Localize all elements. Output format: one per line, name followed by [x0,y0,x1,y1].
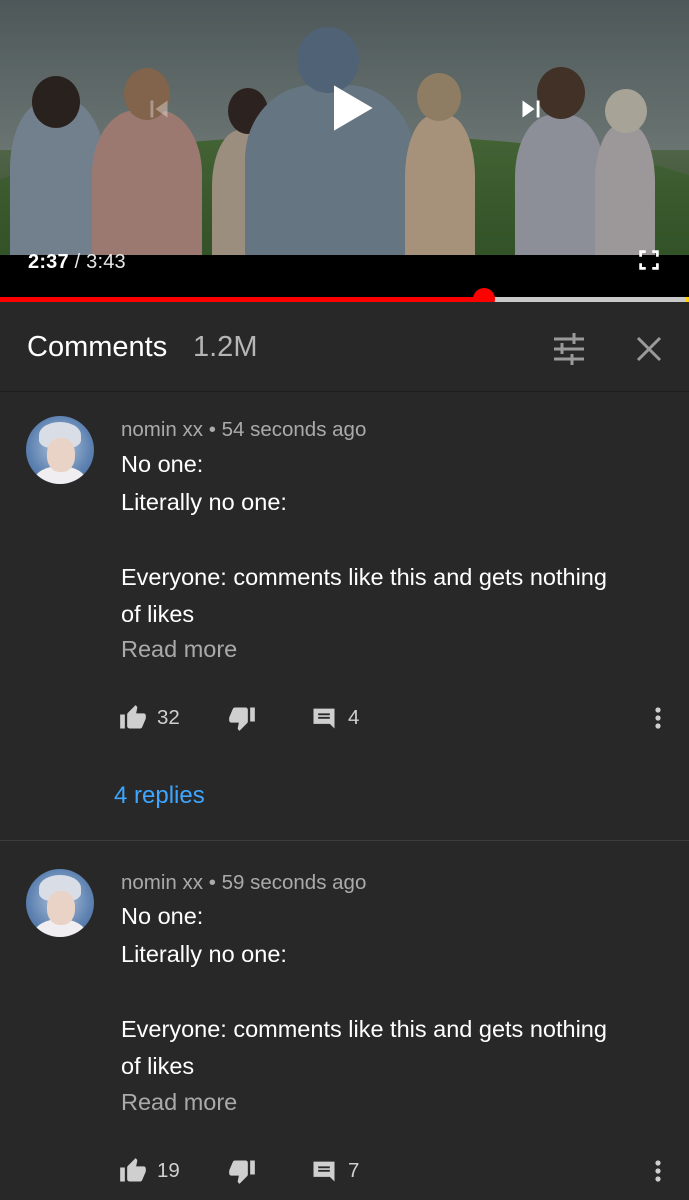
comment-time: 59 seconds ago [221,871,367,894]
comment-line: Everyone: comments like this and gets no… [121,563,607,590]
comment-line [121,521,676,559]
reply-count: 7 [348,1159,360,1182]
comment-item: nomin xx • 54 seconds ago No one: Litera… [0,393,689,840]
reply-button[interactable]: 4 [310,698,359,738]
comment-line: No one: [121,451,204,477]
thumb-down-icon [229,707,255,731]
comment-line: of likes [121,601,195,627]
avatar[interactable] [26,416,94,484]
comment-item: nomin xx • 59 seconds ago No one: Litera… [0,846,689,1200]
next-icon [522,100,540,118]
thumb-down-icon [229,1160,255,1184]
thumb-up-icon [120,1158,146,1182]
comment-actions: 19 7 [0,1151,689,1191]
comments-header: Comments 1.2M [0,302,689,392]
comment-meta: nomin xx • 54 seconds ago [121,418,366,442]
more-vert-icon [655,707,661,729]
comment-text: No one: Literally no one: Everyone: comm… [121,898,676,1086]
fullscreen-icon [639,250,659,270]
comment-line: of likes [121,1053,195,1079]
comment-time: 54 seconds ago [221,418,367,441]
more-vert-icon [655,1160,661,1182]
meta-dot: • [203,871,222,894]
previous-button[interactable] [138,88,180,130]
comment-text: No one: Literally no one: Everyone: comm… [121,446,676,634]
like-count: 32 [157,706,180,729]
time-display: 2:37 / 3:43 [28,251,126,274]
thumb-up-icon [120,705,146,729]
time-separator: / [68,251,87,273]
avatar[interactable] [26,869,94,937]
comment-line [121,973,676,1011]
comment-line: Literally no one: [121,488,287,515]
filter-icon [554,333,584,365]
fullscreen-button[interactable] [632,243,666,277]
view-replies-link[interactable]: 4 replies [114,782,205,810]
more-options-button[interactable] [645,1151,671,1191]
duration: 3:43 [86,251,126,273]
comments-title: Comments [27,331,168,363]
next-button[interactable] [510,88,552,130]
comment-meta: nomin xx • 59 seconds ago [121,871,366,895]
sort-filter-button[interactable] [548,328,590,370]
dislike-button[interactable] [228,698,256,738]
reply-button[interactable]: 7 [310,1151,359,1191]
reply-count: 4 [348,706,360,729]
meta-dot: • [203,418,222,441]
comment-line: Everyone: comments like this and gets no… [121,1015,607,1042]
comment-actions: 32 4 [0,698,689,738]
comment-line: Literally no one: [121,940,287,967]
dislike-button[interactable] [228,1151,256,1191]
comment-author[interactable]: nomin xx [121,418,203,441]
read-more-link[interactable]: Read more [121,1089,237,1116]
close-icon [636,336,662,362]
video-player[interactable]: 2:37 / 3:43 [0,0,689,300]
previous-icon [150,100,168,118]
play-button[interactable] [318,76,382,140]
comment-author[interactable]: nomin xx [121,871,203,894]
current-time: 2:37 [28,251,69,273]
close-comments-button[interactable] [628,328,670,370]
read-more-link[interactable]: Read more [121,636,237,663]
comment-divider [0,840,689,841]
comment-line: No one: [121,903,204,929]
like-count: 19 [157,1159,180,1182]
more-options-button[interactable] [645,698,671,738]
like-button[interactable]: 32 [119,698,180,738]
comments-count: 1.2M [193,331,258,363]
comment-icon [313,1161,335,1182]
comment-icon [313,708,335,729]
play-icon [334,85,373,131]
like-button[interactable]: 19 [119,1151,180,1191]
